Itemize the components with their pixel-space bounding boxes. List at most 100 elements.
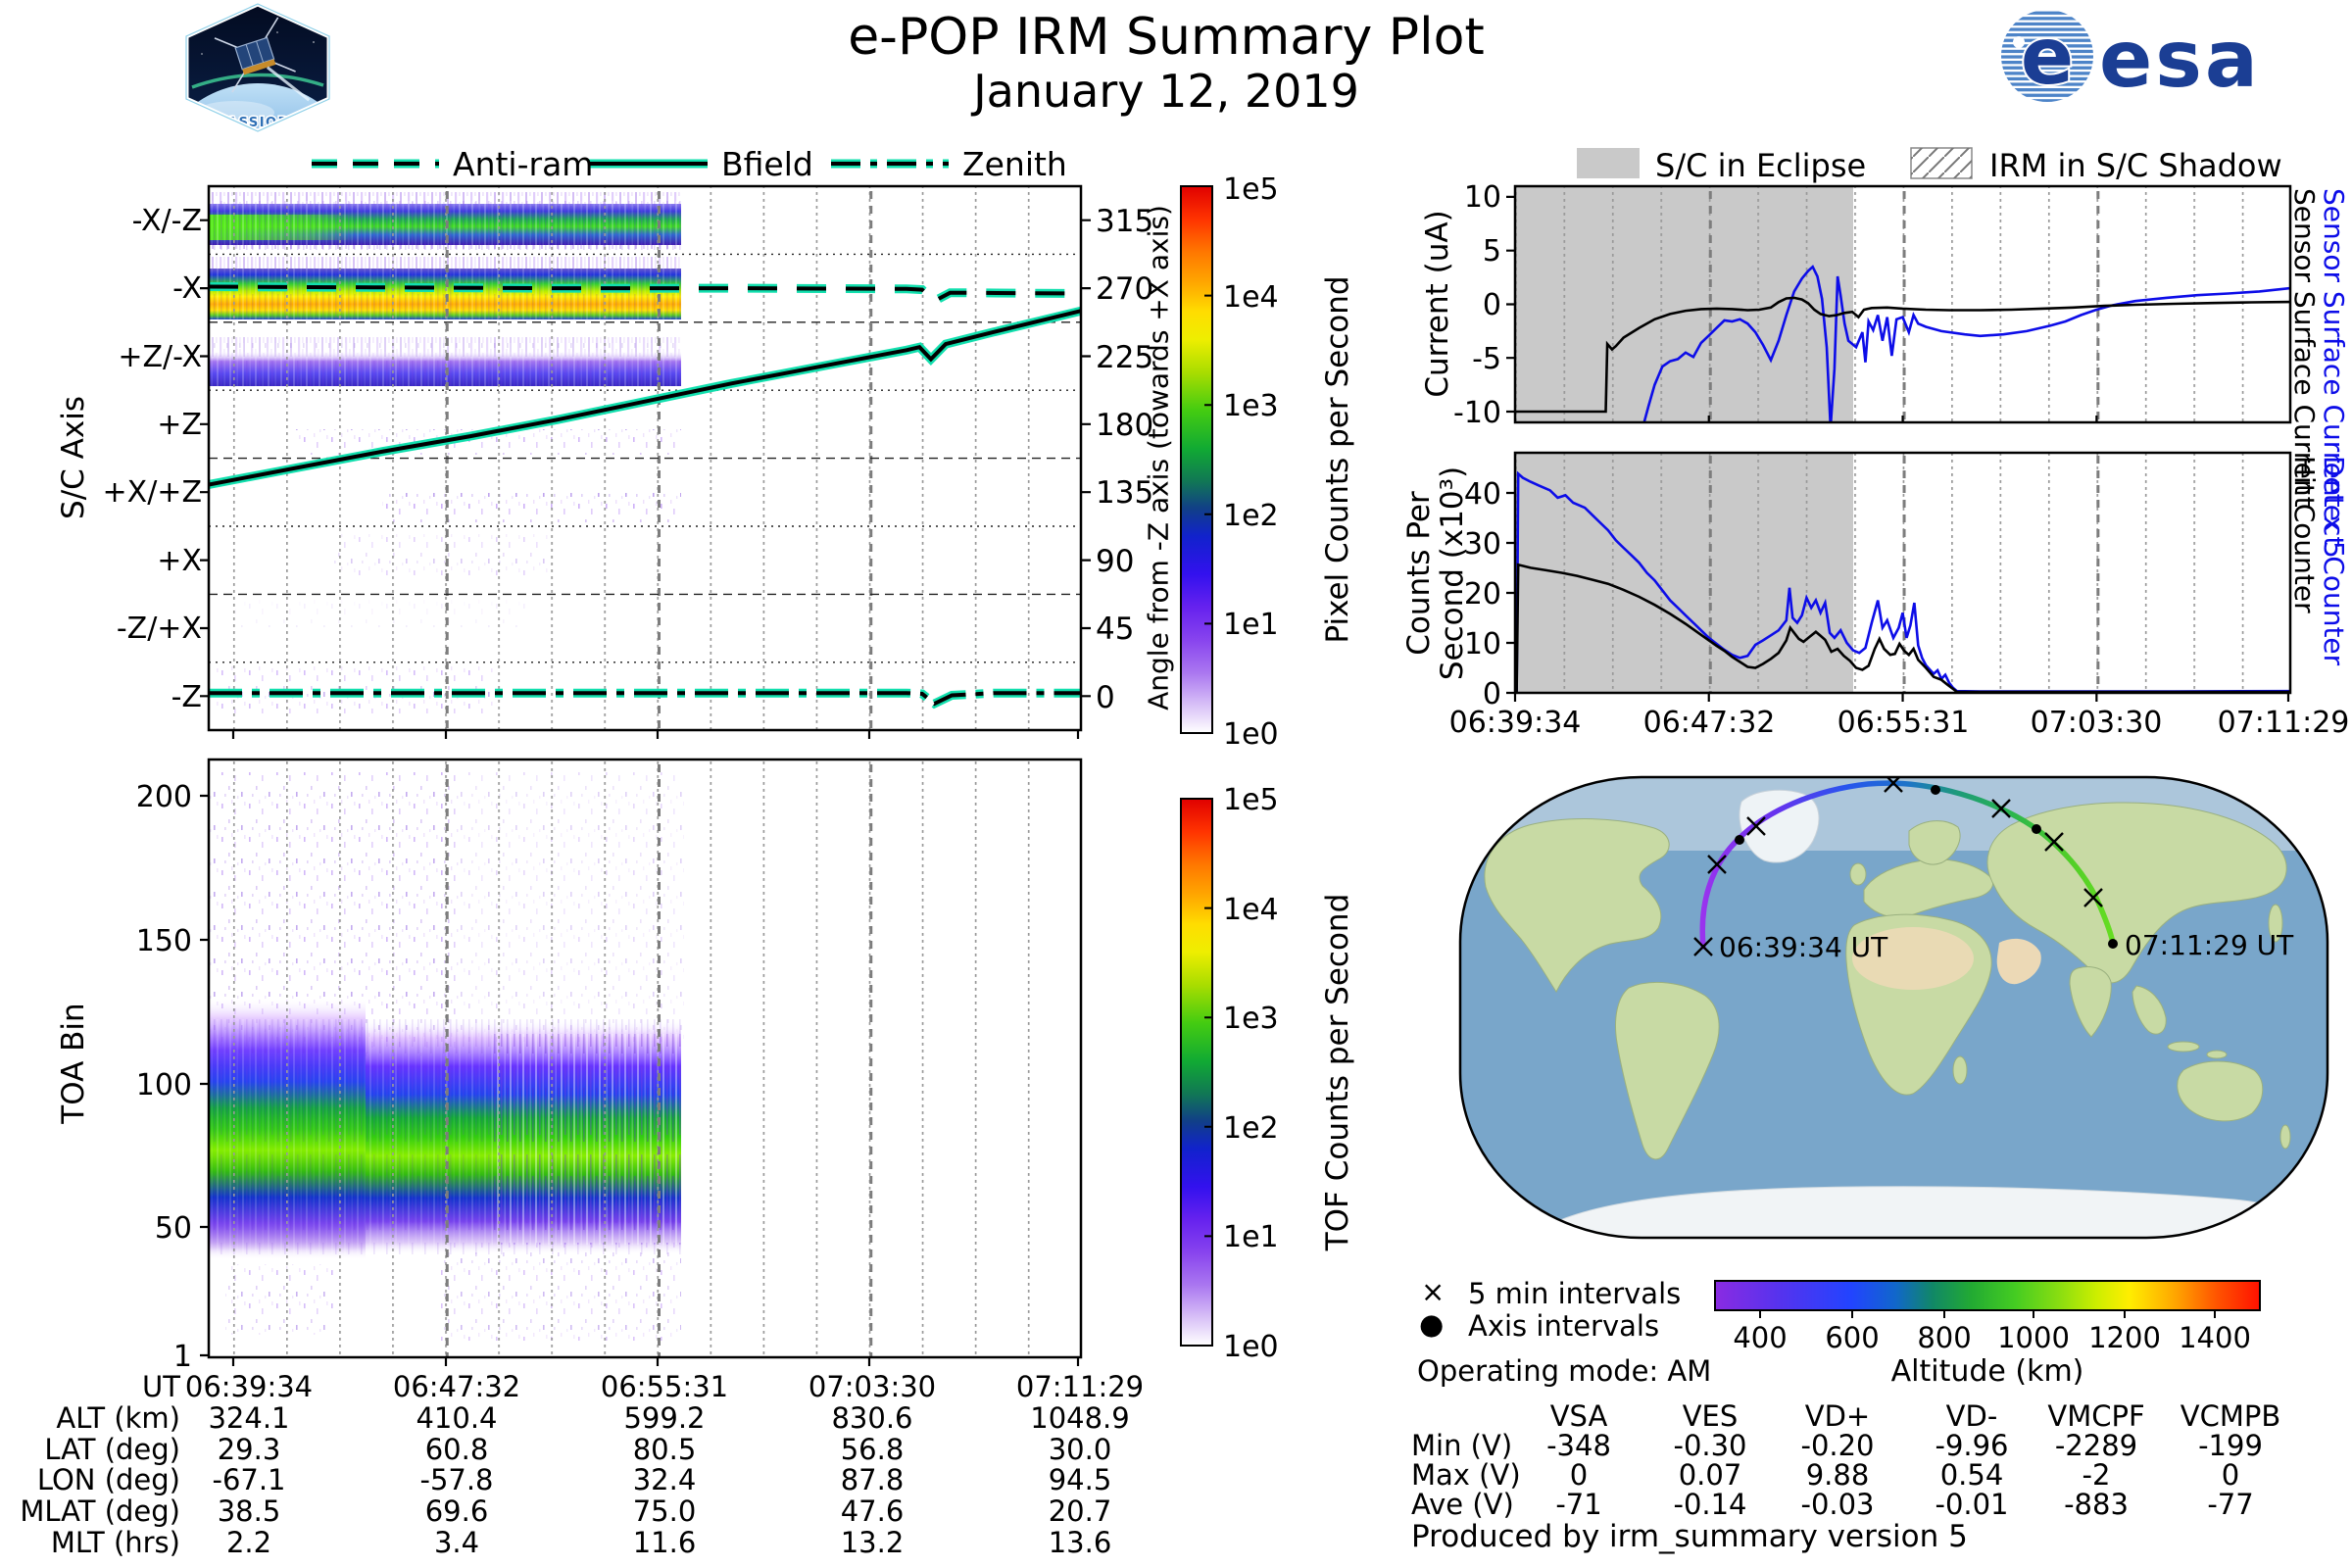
operating-mode: Operating mode: AM (1417, 1354, 1711, 1388)
ephem-cell: 32.4 (633, 1463, 697, 1496)
track-end-label: 07:11:29 UT (2125, 929, 2293, 961)
row-label: -Z (55, 680, 202, 714)
cb-tick: 1e1 (1223, 1220, 1279, 1254)
time-tick: 07:11:29 (2218, 706, 2350, 740)
esa-logo-e: e (2021, 11, 2074, 102)
ephem-cell: 56.8 (841, 1433, 905, 1466)
angle-tick: 0 (1096, 680, 1115, 715)
vt-row-label: Max (V) (1411, 1458, 1521, 1492)
current-tick: 0 (1407, 288, 1501, 322)
current-tick: -5 (1407, 342, 1501, 376)
row-label: +X (55, 544, 202, 578)
ephem-cell: -57.8 (419, 1463, 493, 1496)
time-tick: 06:39:34 (1449, 706, 1582, 740)
ephem-cell: 47.6 (841, 1494, 905, 1528)
cb-tick: 1e2 (1223, 1111, 1279, 1146)
footer-version: Produced by irm_summary version 5 (1411, 1519, 1968, 1554)
ephem-cell: 06:39:34 (185, 1370, 313, 1403)
ground-track-map (1460, 774, 2328, 1238)
ephem-cell: 69.6 (425, 1494, 489, 1528)
vt-cell: 0 (1570, 1458, 1588, 1492)
dot-marker-label: Axis intervals (1468, 1309, 1659, 1343)
esa-wordmark: esa (2099, 14, 2261, 105)
toa-tick: 100 (94, 1068, 192, 1102)
time-tick: 06:47:32 (1643, 706, 1776, 740)
legend-eclipse: S/C in Eclipse (1655, 147, 1866, 184)
current-tick: -10 (1407, 396, 1501, 430)
track-start-label: 06:39:34 UT (1719, 931, 1887, 963)
detect-counter-label: Detect Counter (2318, 456, 2350, 665)
vt-row-label: Ave (V) (1411, 1488, 1514, 1521)
row-label: +Z/-X (55, 340, 202, 374)
angle-tick: 90 (1096, 544, 1134, 579)
vt-col: VES (1683, 1399, 1739, 1433)
ephem-cell: 410.4 (416, 1401, 497, 1435)
vt-cell: -0.03 (1800, 1488, 1874, 1521)
counts-panel (1506, 453, 2290, 702)
alt-tick: 800 (1917, 1321, 1971, 1354)
alt-tick: 1000 (1997, 1321, 2070, 1354)
ephem-cell: 324.1 (208, 1401, 289, 1435)
toa-panel (200, 760, 1081, 1366)
ephem-label-alt: ALT (km) (0, 1401, 180, 1435)
cb-tick: 1e2 (1223, 499, 1279, 533)
ephem-label-lon: LON (deg) (0, 1463, 180, 1496)
ephem-cell: -67.1 (212, 1463, 285, 1496)
counts-tick: 20 (1407, 577, 1501, 612)
row-label: +X/+Z (55, 475, 202, 510)
cb-tick: 1e0 (1223, 717, 1279, 752)
vt-cell: -77 (2207, 1488, 2253, 1521)
altitude-bar-label: Altitude (km) (1891, 1354, 2084, 1389)
current-panel (1506, 186, 2290, 428)
sc-axis-panel (200, 186, 1091, 739)
vt-cell: 0.54 (1940, 1458, 2004, 1492)
page-subtitle: January 12, 2019 (973, 65, 1359, 118)
counts-tick: 10 (1407, 627, 1501, 662)
angle-tick: 45 (1096, 612, 1134, 647)
row-label: +Z (55, 408, 202, 442)
legend-bfield: Bfield (721, 145, 813, 183)
toa-tick: 50 (94, 1211, 192, 1246)
vt-cell: -0.30 (1673, 1429, 1746, 1462)
ephem-cell: 87.8 (841, 1463, 905, 1496)
alt-tick: 400 (1733, 1321, 1787, 1354)
counts-tick: 30 (1407, 527, 1501, 562)
cb-tick: 1e5 (1223, 172, 1279, 207)
vt-col: VMCPF (2047, 1399, 2144, 1433)
altitude-colorbar (1715, 1281, 2260, 1318)
ephem-cell: 29.3 (218, 1433, 281, 1466)
vt-cell: -2 (2082, 1458, 2111, 1492)
ephem-cell: 06:55:31 (601, 1370, 728, 1403)
ephem-cell: 1048.9 (1030, 1401, 1129, 1435)
cb-tick: 1e4 (1223, 280, 1279, 315)
legend-anti-ram: Anti-ram (453, 145, 593, 183)
vt-col: VD- (1946, 1399, 1998, 1433)
pixel-colorbar-label: Pixel Counts per Second (1320, 275, 1355, 643)
vt-col: VSA (1550, 1399, 1608, 1433)
ephem-cell: 13.6 (1049, 1526, 1112, 1559)
toa-tick: 1 (94, 1340, 192, 1374)
toa-ylabel: TOA Bin (56, 1003, 91, 1123)
vt-cell: 0 (2222, 1458, 2239, 1492)
row-label: -X/-Z (55, 204, 202, 238)
cross-marker-label: 5 min intervals (1468, 1277, 1681, 1310)
vt-row-label: Min (V) (1411, 1429, 1512, 1462)
time-tick: 07:03:30 (2031, 706, 2163, 740)
vt-cell: -0.14 (1673, 1488, 1746, 1521)
hit-counter-label: Hit Counter (2288, 456, 2321, 613)
ephem-cell: 830.6 (831, 1401, 912, 1435)
cb-tick: 1e4 (1223, 893, 1279, 927)
esa-logo-globe: e (1997, 6, 2097, 106)
alt-tick: 1200 (2088, 1321, 2161, 1354)
ephem-cell: 30.0 (1049, 1433, 1112, 1466)
ephem-label-ut: UT (0, 1370, 180, 1403)
vt-col: VD+ (1805, 1399, 1870, 1433)
vt-cell: -199 (2198, 1429, 2263, 1462)
current-tick: 10 (1407, 180, 1501, 215)
ephem-cell: 2.2 (226, 1526, 271, 1559)
vt-cell: 9.88 (1806, 1458, 1870, 1492)
counts-tick: 40 (1407, 477, 1501, 512)
vt-cell: -0.01 (1935, 1488, 2008, 1521)
cross-marker-glyph: × (1421, 1275, 1445, 1308)
ephem-label-mlt: MLT (hrs) (0, 1526, 180, 1559)
